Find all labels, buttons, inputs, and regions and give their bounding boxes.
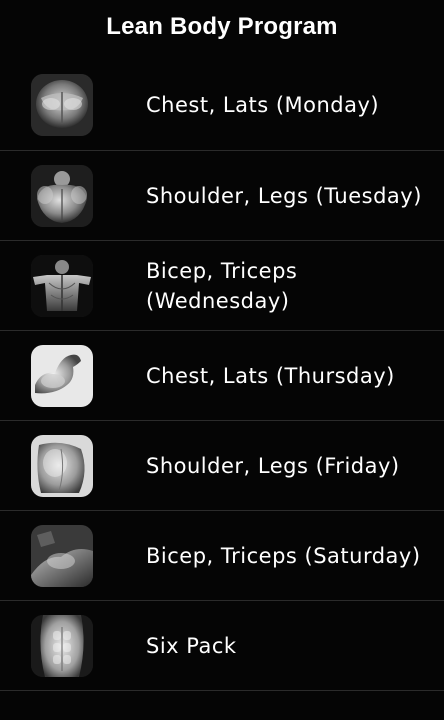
back-muscle-icon — [31, 255, 93, 317]
abs-icon — [31, 615, 93, 677]
page-title: Lean Body Program — [106, 13, 338, 40]
workout-label: Bicep, Triceps (Saturday) — [146, 543, 421, 568]
workout-item-monday[interactable]: Chest, Lats (Monday) — [0, 60, 444, 151]
chest-muscle-icon — [31, 74, 93, 136]
workout-item-wednesday[interactable]: Bicep, Triceps (Wednesday) — [0, 241, 444, 331]
arm-curl-icon — [31, 525, 93, 587]
workout-item-friday[interactable]: Shoulder, Legs (Friday) — [0, 421, 444, 511]
workout-label: Six Pack — [146, 633, 237, 658]
workout-list: Chest, Lats (Monday) Shoulder, Legs (Tue… — [0, 60, 444, 691]
bicep-flex-icon — [31, 345, 93, 407]
workout-label: Bicep, Triceps (Wednesday) — [146, 258, 298, 313]
workout-label: Shoulder, Legs (Tuesday) — [146, 183, 422, 208]
app-screen: Lean Body Program Chest, Lats (Monday) S… — [0, 0, 444, 720]
shoulder-side-icon — [31, 435, 93, 497]
workout-item-six-pack[interactable]: Six Pack — [0, 601, 444, 691]
workout-item-tuesday[interactable]: Shoulder, Legs (Tuesday) — [0, 151, 444, 241]
shoulder-muscle-icon — [31, 165, 93, 227]
workout-item-saturday[interactable]: Bicep, Triceps (Saturday) — [0, 511, 444, 601]
workout-label: Shoulder, Legs (Friday) — [146, 453, 400, 478]
workout-label: Chest, Lats (Thursday) — [146, 363, 395, 388]
workout-label: Chest, Lats (Monday) — [146, 93, 380, 117]
workout-item-thursday[interactable]: Chest, Lats (Thursday) — [0, 331, 444, 421]
app-header: Lean Body Program — [0, 0, 444, 60]
